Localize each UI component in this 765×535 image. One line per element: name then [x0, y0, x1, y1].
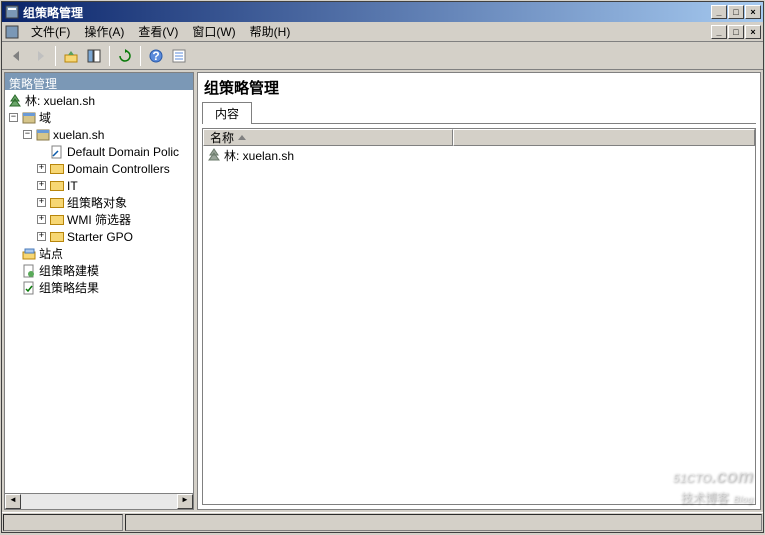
mdi-close-button[interactable]: ×	[745, 25, 761, 39]
menu-file[interactable]: 文件(F)	[24, 21, 77, 42]
scroll-left-button[interactable]: ◄	[5, 494, 21, 509]
list-header: 名称	[203, 129, 755, 146]
domain-icon	[35, 128, 51, 142]
results-icon	[21, 281, 37, 295]
menu-help[interactable]: 帮助(H)	[243, 21, 298, 42]
expander-plus-icon[interactable]: +	[37, 164, 46, 173]
show-hide-tree-button[interactable]	[83, 45, 105, 67]
tree-label: 域	[39, 109, 51, 126]
window-title: 组策略管理	[23, 4, 711, 21]
gpo-link-icon	[49, 145, 65, 159]
tree-label: 站点	[39, 245, 63, 262]
tree-node-wmi[interactable]: + WMI 筛选器	[5, 211, 193, 228]
status-bar	[2, 512, 763, 532]
expander-minus-icon[interactable]: −	[9, 113, 18, 122]
forest-icon	[206, 148, 222, 162]
tree-label: 组策略对象	[67, 194, 127, 211]
domains-icon	[21, 111, 37, 125]
status-cell	[3, 514, 123, 531]
tree-label: WMI 筛选器	[67, 211, 131, 228]
tree-node-dc[interactable]: + Domain Controllers	[5, 160, 193, 177]
list-view[interactable]: 名称 林: xuelan.sh	[202, 128, 756, 505]
mdi-restore-button[interactable]: □	[728, 25, 744, 39]
column-header-name[interactable]: 名称	[203, 129, 453, 146]
modeling-icon	[21, 264, 37, 278]
content-panel: 组策略管理 内容 名称 林: xuelan.sh	[197, 72, 761, 510]
list-body: 林: xuelan.sh	[203, 146, 755, 504]
tree-node-sites[interactable]: 站点	[5, 245, 193, 262]
minimize-button[interactable]: _	[711, 5, 727, 19]
tree-node-results[interactable]: 组策略结果	[5, 279, 193, 296]
menu-view[interactable]: 查看(V)	[131, 21, 185, 42]
tree-node-starter[interactable]: + Starter GPO	[5, 228, 193, 245]
maximize-button[interactable]: □	[728, 5, 744, 19]
folder-icon	[49, 196, 65, 210]
forward-button[interactable]	[29, 45, 51, 67]
expander-plus-icon[interactable]: +	[37, 181, 46, 190]
tree-label: 组策略结果	[39, 279, 99, 296]
tree-label: Starter GPO	[67, 230, 133, 244]
toolbar-separator	[140, 46, 141, 66]
tree-label: xuelan.sh	[53, 128, 104, 142]
tree-node-default-policy[interactable]: Default Domain Polic	[5, 143, 193, 160]
tree-node-modeling[interactable]: 组策略建模	[5, 262, 193, 279]
scroll-track[interactable]	[21, 494, 177, 509]
tree-view[interactable]: 林: xuelan.sh − 域 − xuelan.sh Default Dom…	[5, 90, 193, 493]
toolbar: ?	[2, 42, 763, 70]
tree-panel: 策略管理 林: xuelan.sh − 域 − xuelan.sh	[4, 72, 194, 510]
ou-icon	[49, 162, 65, 176]
properties-button[interactable]	[168, 45, 190, 67]
tree-label: Domain Controllers	[67, 162, 170, 176]
list-item-label: 林: xuelan.sh	[224, 147, 294, 164]
tree-node-gpo-objects[interactable]: + 组策略对象	[5, 194, 193, 211]
tree-label: 组策略建模	[39, 262, 99, 279]
content-title: 组策略管理	[198, 73, 760, 102]
sort-ascending-icon	[238, 135, 246, 140]
svg-text:?: ?	[152, 49, 159, 63]
expander-plus-icon[interactable]: +	[37, 198, 46, 207]
tree-node-domain[interactable]: − xuelan.sh	[5, 126, 193, 143]
back-button[interactable]	[6, 45, 28, 67]
tab-content[interactable]: 内容	[202, 102, 252, 124]
horizontal-scrollbar[interactable]: ◄ ►	[5, 493, 193, 509]
menu-window[interactable]: 窗口(W)	[185, 21, 242, 42]
expander-plus-icon[interactable]: +	[37, 232, 46, 241]
scroll-right-button[interactable]: ►	[177, 494, 193, 509]
column-label: 名称	[210, 129, 234, 146]
tree-label: 林: xuelan.sh	[25, 92, 95, 109]
list-item[interactable]: 林: xuelan.sh	[203, 146, 755, 164]
tree-label: IT	[67, 179, 78, 193]
sites-icon	[21, 247, 37, 261]
column-header-blank[interactable]	[453, 129, 755, 146]
ou-icon	[49, 179, 65, 193]
title-bar: 组策略管理 _ □ ×	[2, 2, 763, 22]
status-cell	[125, 514, 762, 531]
tree-node-domains[interactable]: − 域	[5, 109, 193, 126]
expander-minus-icon[interactable]: −	[23, 130, 32, 139]
menu-action[interactable]: 操作(A)	[77, 21, 131, 42]
forest-icon	[7, 94, 23, 108]
tree-node-forest[interactable]: 林: xuelan.sh	[5, 92, 193, 109]
mdi-system-icon[interactable]	[4, 24, 20, 40]
toolbar-separator	[55, 46, 56, 66]
tab-bar: 内容	[202, 102, 756, 124]
up-button[interactable]	[60, 45, 82, 67]
folder-icon	[49, 230, 65, 244]
help-button[interactable]: ?	[145, 45, 167, 67]
expander-plus-icon[interactable]: +	[37, 215, 46, 224]
tree-node-it[interactable]: + IT	[5, 177, 193, 194]
toolbar-separator	[109, 46, 110, 66]
app-icon	[4, 4, 20, 20]
tree-header: 策略管理	[5, 73, 193, 90]
menu-bar: 文件(F) 操作(A) 查看(V) 窗口(W) 帮助(H) _ □ ×	[2, 22, 763, 42]
close-button[interactable]: ×	[745, 5, 761, 19]
folder-icon	[49, 213, 65, 227]
mdi-minimize-button[interactable]: _	[711, 25, 727, 39]
refresh-button[interactable]	[114, 45, 136, 67]
tree-label: Default Domain Polic	[67, 145, 179, 159]
